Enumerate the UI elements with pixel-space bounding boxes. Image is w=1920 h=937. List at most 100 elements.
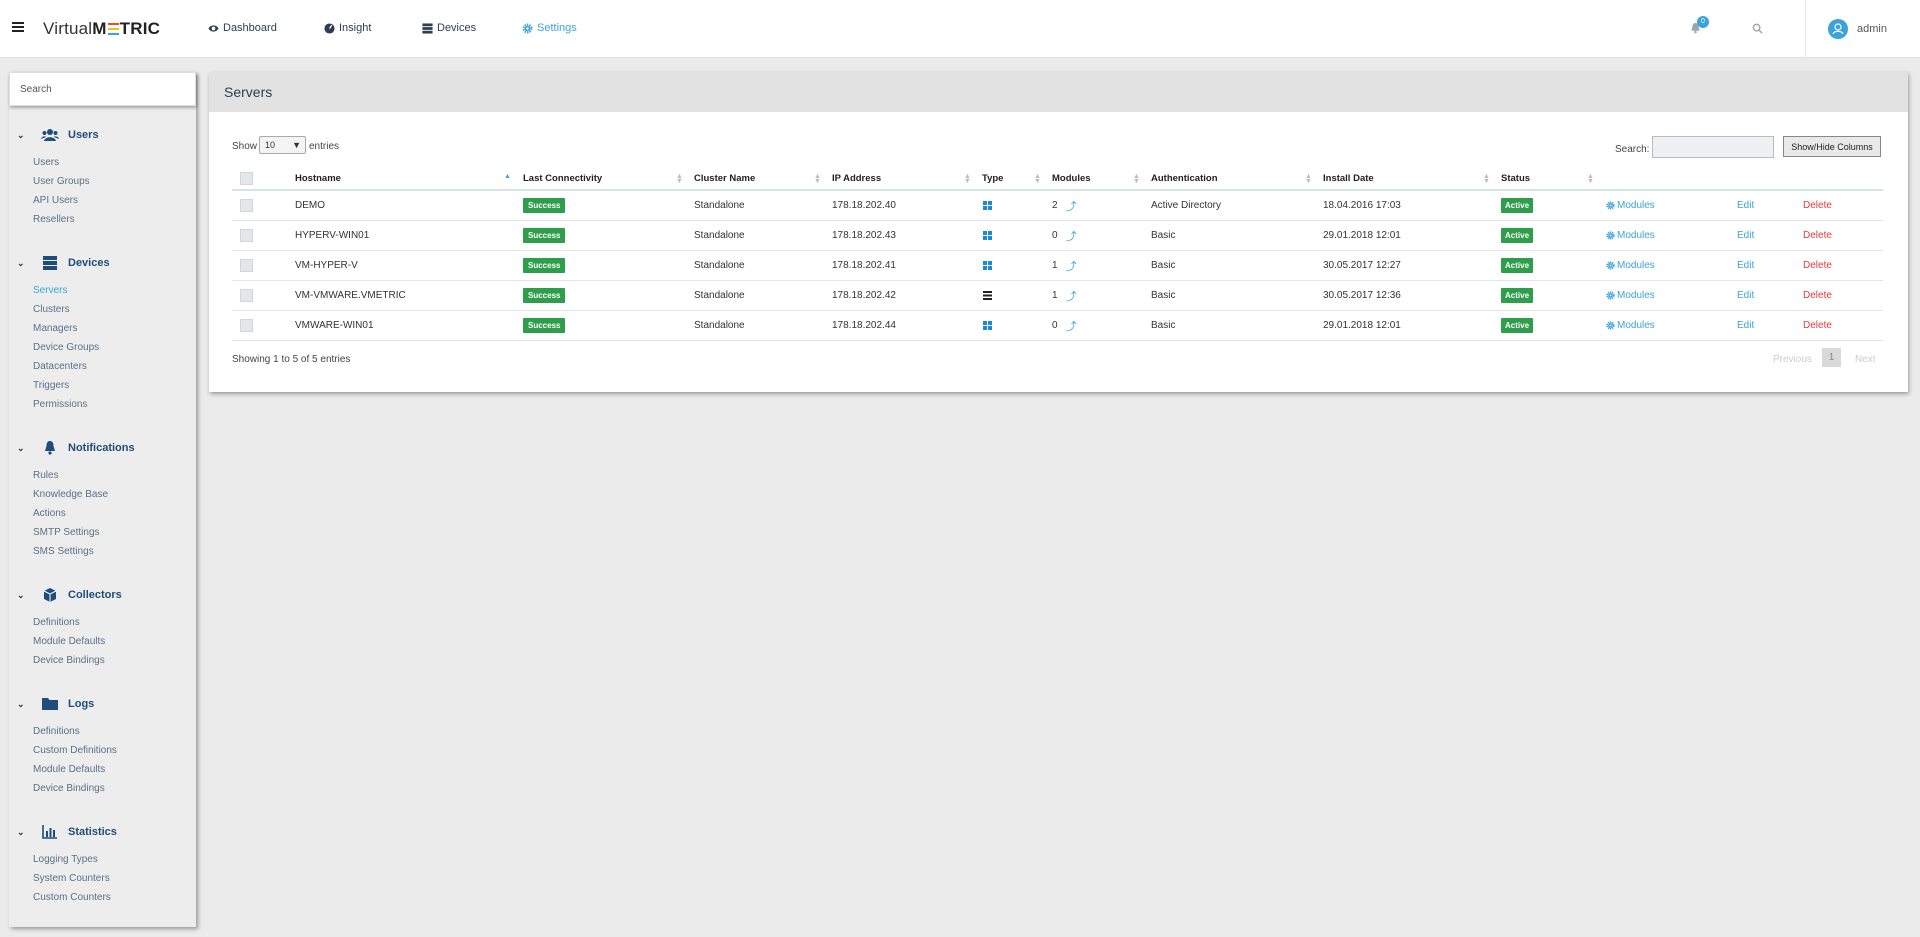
row-checkbox[interactable] [240, 289, 253, 302]
sidebar-item-system-counters[interactable]: System Counters [9, 869, 196, 888]
edit-link[interactable]: Edit [1737, 281, 1754, 310]
nav-devices[interactable]: Devices [422, 22, 476, 34]
column-header-ip-address[interactable]: IP Address [832, 167, 881, 189]
edit-link[interactable]: Edit [1737, 311, 1754, 340]
column-header-status[interactable]: Status [1501, 167, 1530, 189]
sidebar-section-header[interactable]: ⌄ Users [9, 125, 196, 145]
sidebar-item-managers[interactable]: Managers [9, 319, 196, 338]
gear-icon [1606, 231, 1615, 240]
delete-link[interactable]: Delete [1803, 251, 1832, 280]
sidebar-item-actions[interactable]: Actions [9, 504, 196, 523]
delete-link[interactable]: Delete [1803, 281, 1832, 310]
column-header-authentication[interactable]: Authentication [1151, 167, 1218, 189]
row-checkbox[interactable] [240, 319, 253, 332]
column-header-last-connectivity[interactable]: Last Connectivity [523, 167, 602, 189]
sort-icon[interactable]: ▲ ▼ [1034, 173, 1041, 185]
sort-asc-icon[interactable]: ▲ [504, 173, 511, 180]
select-all-checkbox[interactable] [240, 171, 253, 185]
row-checkbox[interactable] [240, 199, 253, 212]
sidebar-section-header[interactable]: ⌄ Logs [9, 694, 196, 714]
windows-icon [983, 261, 992, 270]
select-all-checkbox-cell [240, 167, 253, 189]
entries-per-page-select[interactable]: 10 ▼ [259, 136, 306, 154]
sidebar-section-header[interactable]: ⌄ Statistics [9, 822, 196, 842]
sidebar-item-knowledge-base[interactable]: Knowledge Base [9, 485, 196, 504]
sidebar-item-smtp-settings[interactable]: SMTP Settings [9, 523, 196, 542]
column-header-modules[interactable]: Modules [1052, 167, 1091, 189]
sidebar-item-log-definitions[interactable]: Definitions [9, 722, 196, 741]
sidebar-search-input[interactable] [9, 72, 196, 106]
sidebar-item-collector-definitions[interactable]: Definitions [9, 613, 196, 632]
nav-dashboard[interactable]: Dashboard [208, 22, 277, 34]
table-search-input[interactable] [1652, 136, 1774, 158]
delete-link[interactable]: Delete [1803, 221, 1832, 250]
delete-link[interactable]: Delete [1803, 311, 1832, 340]
sidebar-item-triggers[interactable]: Triggers [9, 376, 196, 395]
column-header-install-date[interactable]: Install Date [1323, 167, 1374, 189]
sidebar-item-log-module-defaults[interactable]: Module Defaults [9, 760, 196, 779]
arrow-up-icon[interactable]: ⤴ [1066, 318, 1077, 334]
sidebar-item-collector-device-bindings[interactable]: Device Bindings [9, 651, 196, 670]
sidebar-item-device-groups[interactable]: Device Groups [9, 338, 196, 357]
arrow-up-icon[interactable]: ⤴ [1066, 228, 1077, 244]
sort-icon[interactable]: ▲ ▼ [676, 173, 683, 185]
row-checkbox[interactable] [240, 229, 253, 242]
sidebar-item-clusters[interactable]: Clusters [9, 300, 196, 319]
sidebar-item-permissions[interactable]: Permissions [9, 395, 196, 414]
sidebar-item-datacenters[interactable]: Datacenters [9, 357, 196, 376]
sidebar-item-resellers[interactable]: Resellers [9, 210, 196, 229]
row-checkbox[interactable] [240, 259, 253, 272]
column-header-hostname[interactable]: Hostname [295, 167, 341, 189]
status-badge: Active [1501, 318, 1534, 333]
sidebar-item-log-device-bindings[interactable]: Device Bindings [9, 779, 196, 798]
nav-insight[interactable]: Insight [324, 22, 371, 34]
pagination-next[interactable]: Next [1855, 354, 1876, 365]
modules-cell: 0 ⤴ [1052, 311, 1077, 340]
arrow-up-icon[interactable]: ⤴ [1066, 258, 1077, 274]
sidebar-item-custom-counters[interactable]: Custom Counters [9, 888, 196, 907]
search-icon[interactable] [1752, 23, 1763, 34]
modules-link[interactable]: Modules [1606, 281, 1655, 310]
sidebar-section-header[interactable]: ⌄ Notifications [9, 438, 196, 458]
sort-icon[interactable]: ▲ ▼ [1305, 173, 1312, 185]
column-header-type[interactable]: Type [982, 167, 1003, 189]
modules-link[interactable]: Modules [1606, 251, 1655, 280]
pagination-previous[interactable]: Previous [1773, 354, 1812, 365]
edit-link[interactable]: Edit [1737, 251, 1754, 280]
sidebar-item-servers[interactable]: Servers [9, 281, 196, 300]
sidebar-section-header[interactable]: ⌄ Collectors [9, 585, 196, 605]
sidebar-item-logging-types[interactable]: Logging Types [9, 850, 196, 869]
arrow-up-icon[interactable]: ⤴ [1066, 198, 1077, 214]
modules-link[interactable]: Modules [1606, 191, 1655, 220]
edit-link[interactable]: Edit [1737, 191, 1754, 220]
sidebar-item-rules[interactable]: Rules [9, 466, 196, 485]
user-menu[interactable]: admin [1857, 23, 1887, 35]
nav-settings[interactable]: Settings [522, 22, 577, 34]
modules-cell: 1 ⤴ [1052, 281, 1077, 310]
modules-link[interactable]: Modules [1606, 311, 1655, 340]
sidebar-item-sms-settings[interactable]: SMS Settings [9, 542, 196, 561]
sort-icon[interactable]: ▲ ▼ [1133, 173, 1140, 185]
sidebar-item-collector-module-defaults[interactable]: Module Defaults [9, 632, 196, 651]
sidebar-item-api-users[interactable]: API Users [9, 191, 196, 210]
sidebar-item-user-groups[interactable]: User Groups [9, 172, 196, 191]
sidebar-section-header[interactable]: ⌄ Devices [9, 253, 196, 273]
arrow-up-icon[interactable]: ⤴ [1066, 288, 1077, 304]
sort-icon[interactable]: ▲ ▼ [814, 173, 821, 185]
delete-link[interactable]: Delete [1803, 191, 1832, 220]
app-logo[interactable]: VirtualM TRIC [43, 19, 160, 39]
sort-icon[interactable]: ▲ ▼ [1587, 173, 1594, 185]
sort-icon[interactable]: ▲ ▼ [1483, 173, 1490, 185]
avatar[interactable] [1828, 19, 1848, 39]
sidebar-item-users[interactable]: Users [9, 153, 196, 172]
edit-link[interactable]: Edit [1737, 221, 1754, 250]
show-hide-columns-button[interactable]: Show/Hide Columns [1783, 136, 1881, 157]
sort-icon[interactable]: ▲ ▼ [964, 173, 971, 185]
pagination-page-1[interactable]: 1 [1822, 348, 1841, 367]
chevron-down-icon: ⌄ [17, 442, 25, 453]
windows-icon [983, 231, 992, 240]
modules-link[interactable]: Modules [1606, 221, 1655, 250]
hamburger-menu-icon[interactable] [12, 22, 24, 32]
sidebar-item-custom-definitions[interactable]: Custom Definitions [9, 741, 196, 760]
column-header-cluster-name[interactable]: Cluster Name [694, 167, 755, 189]
